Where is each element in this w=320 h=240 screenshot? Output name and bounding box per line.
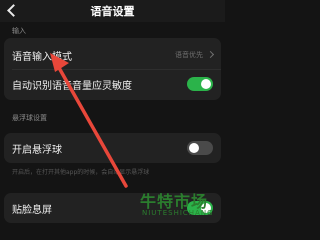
floating-ball-row: 开启悬浮球 <box>4 135 221 161</box>
watermark-logo: 牛特市场 NIUTESHICHANG <box>140 186 225 224</box>
floating-ball-label: 开启悬浮球 <box>12 145 62 156</box>
watermark-subtext: NIUTESHICHANG <box>142 209 214 217</box>
top-bar: 语音设置 <box>0 0 225 22</box>
voice-input-mode-row[interactable]: 语音输入模式 语音优先 <box>4 42 221 68</box>
auto-detect-volume-label: 自动识别语音音量应灵敏度 <box>12 81 132 92</box>
page-title: 语音设置 <box>90 5 135 18</box>
face-screen-off-label: 贴脸息屏 <box>12 205 52 216</box>
voice-input-mode-value: 语音优先 <box>175 51 203 59</box>
toggle-knob <box>201 79 211 89</box>
auto-detect-volume-row: 自动识别语音音量应灵敏度 <box>4 71 221 97</box>
floating-ball-card: 开启悬浮球 <box>4 133 221 163</box>
chevron-right-icon <box>206 50 215 59</box>
divider <box>12 69 221 70</box>
floating-ball-description: 开启后，在打开其他app的时候，会自动显示悬浮球 <box>12 169 150 176</box>
voice-input-mode-label: 语音输入模式 <box>12 52 72 63</box>
auto-detect-volume-toggle[interactable] <box>187 77 213 91</box>
floating-ball-toggle[interactable] <box>187 141 213 155</box>
toggle-knob <box>189 143 199 153</box>
section-label-input: 输入 <box>12 27 26 35</box>
section-label-floating-ball: 悬浮球设置 <box>12 114 47 122</box>
input-settings-card: 语音输入模式 语音优先 自动识别语音音量应灵敏度 <box>4 38 221 100</box>
